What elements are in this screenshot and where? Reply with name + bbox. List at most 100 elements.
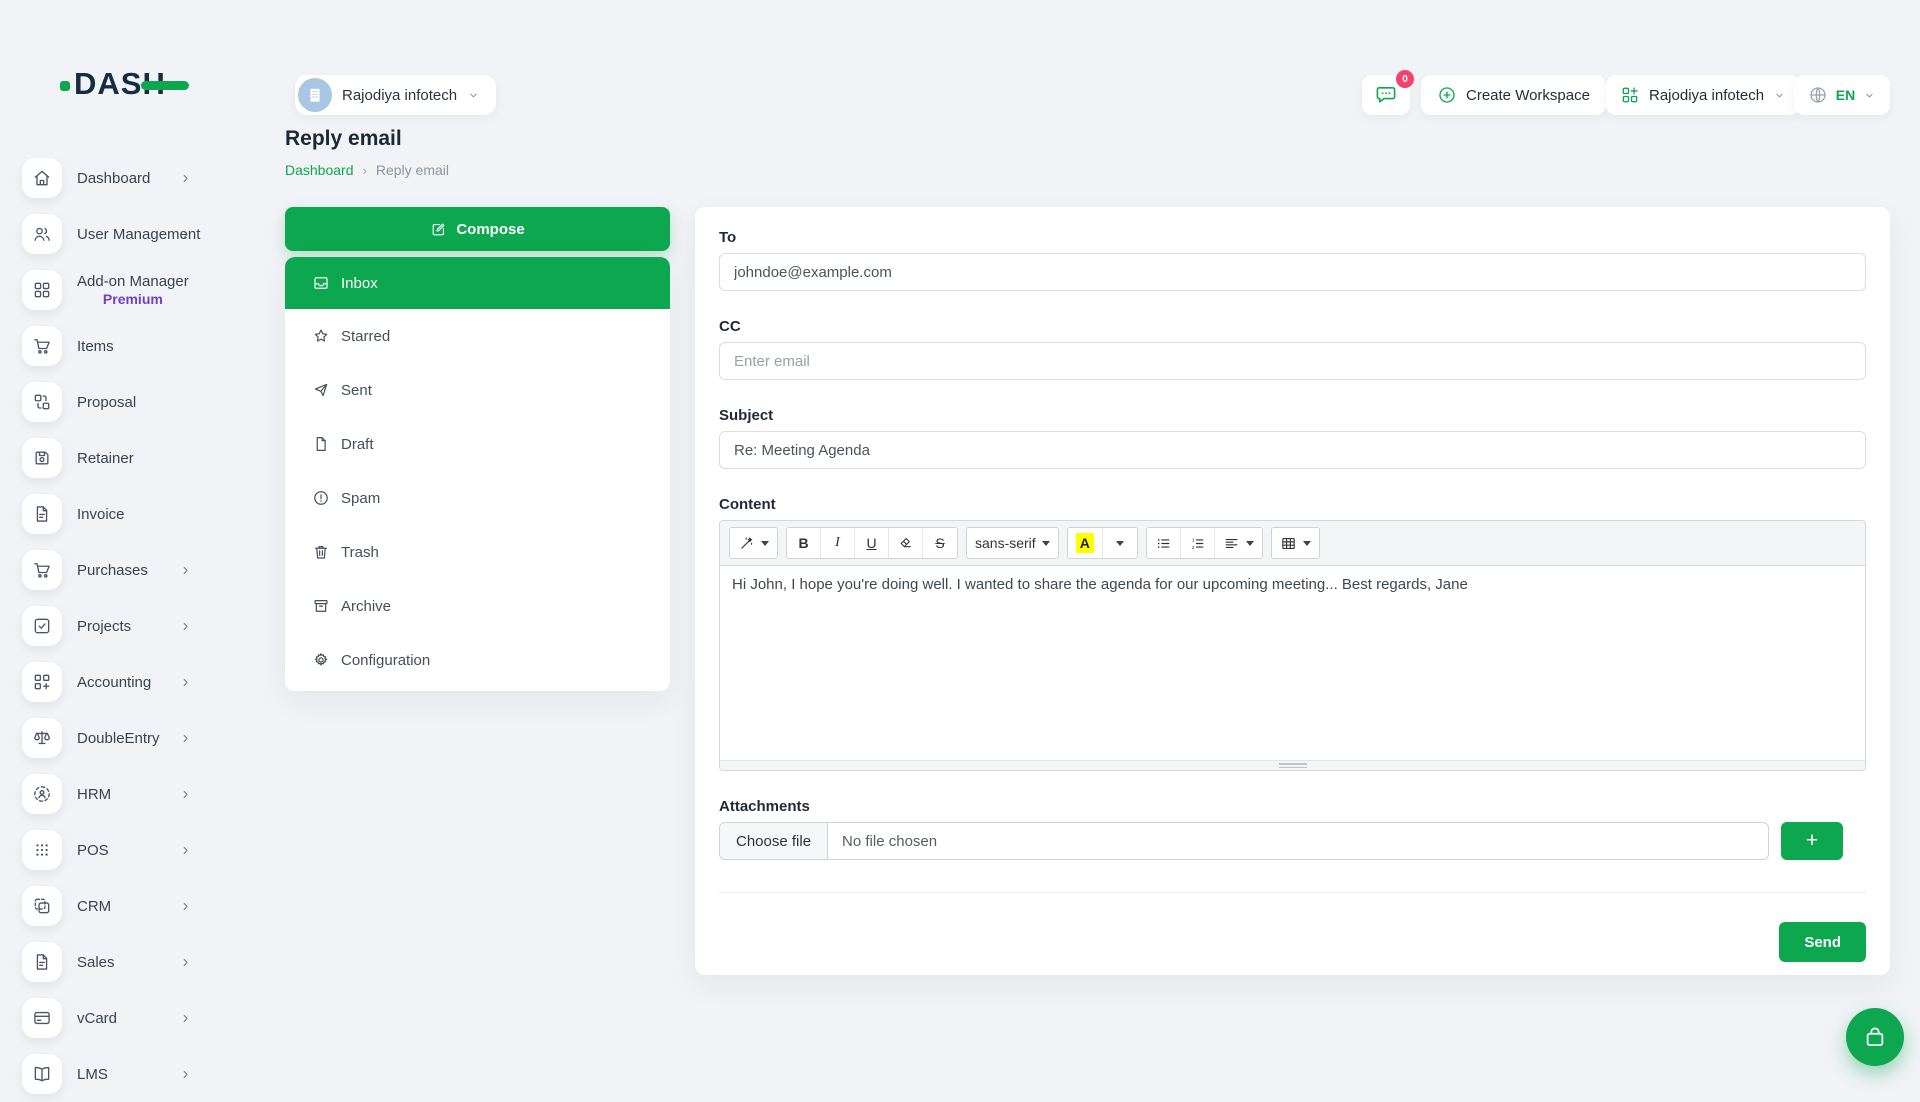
editor-text-color-button[interactable]: A [1068,528,1103,558]
folder-inbox[interactable]: Inbox [285,257,670,309]
editor-text-color-caret[interactable] [1103,528,1137,558]
sidebar-item-pos[interactable]: POS [0,822,250,878]
sidebar-item-invoice[interactable]: Invoice [0,486,250,542]
sidebar-item-label: Accounting [77,674,151,691]
editor-body[interactable]: Hi John, I hope you're doing well. I wan… [720,566,1865,760]
editor-underline-button[interactable]: U [855,528,889,558]
sidebar-item-sales[interactable]: Sales [0,934,250,990]
chevron-right-icon [179,900,192,913]
credit-card-icon [32,1008,52,1028]
editor-bullet-list-button[interactable] [1147,528,1181,558]
chevron-down-icon [467,89,480,102]
send-button[interactable]: Send [1779,922,1866,962]
editor-font-family-select[interactable]: sans-serif [967,528,1058,558]
sidebar-item-proposal[interactable]: Proposal [0,374,250,430]
sidebar-item-accounting[interactable]: Accounting [0,654,250,710]
folder-spam[interactable]: Spam [285,471,670,525]
dots-grid-icon [32,840,52,860]
editor-toolbar: B I U S sans-serif A 12 [720,521,1865,566]
add-attachment-button[interactable]: + [1781,822,1843,860]
editor-numbered-list-button[interactable]: 12 [1181,528,1215,558]
caret-down-icon [1303,541,1311,546]
sidebar-item-vcard[interactable]: vCard [0,990,250,1046]
choose-file-button[interactable]: Choose file [720,823,828,859]
attachments-label: Attachments [719,798,1866,815]
chevron-right-icon [179,676,192,689]
sidebar-item-crm[interactable]: CRM [0,878,250,934]
sidebar-item-label: Sales [77,954,115,971]
cart-icon [32,560,52,580]
chevron-right-icon [179,172,192,185]
shopping-bag-icon [1862,1024,1888,1050]
folder-label: Archive [341,598,391,615]
editor-strikethrough-button[interactable]: S [923,528,957,558]
editor-clear-format-button[interactable] [889,528,923,558]
language-select[interactable]: EN [1794,75,1890,115]
globe-icon [1808,85,1828,105]
editor-italic-button[interactable]: I [821,528,855,558]
sidebar-item-badge: Premium [103,291,163,307]
chevron-right-icon [179,1012,192,1025]
folder-draft[interactable]: Draft [285,417,670,471]
sidebar-item-label: Dashboard [77,170,150,187]
sidebar-item-lms[interactable]: LMS [0,1046,250,1102]
mail-folder-list: Inbox Starred Sent Draft Spam Trash Arch… [285,257,670,691]
editor-table-button[interactable] [1272,528,1319,558]
sidebar-item-user-management[interactable]: User Management [0,206,250,262]
breadcrumb-dashboard-link[interactable]: Dashboard [285,162,354,178]
content-label: Content [719,496,1866,513]
sidebar-item-label: Items [77,338,114,355]
sidebar-item-label: POS [77,842,109,859]
editor-align-button[interactable] [1215,528,1262,558]
sidebar-item-label: Add-on Manager [77,273,189,290]
store-fab-button[interactable] [1846,1008,1904,1066]
squares-plus-icon [32,672,52,692]
to-input[interactable] [719,253,1866,291]
subject-input[interactable] [719,431,1866,469]
folder-configuration[interactable]: Configuration [285,633,670,687]
editor-bold-button[interactable]: B [787,528,821,558]
plus-circle-icon [1437,85,1457,105]
copy-dashed-icon [32,896,52,916]
bullet-list-icon [1155,535,1172,552]
cc-input[interactable] [719,342,1866,380]
folder-trash[interactable]: Trash [285,525,670,579]
rich-text-editor: B I U S sans-serif A 12 [719,520,1866,771]
sidebar-item-label: Invoice [77,506,125,523]
chevron-right-icon [179,956,192,969]
folder-label: Spam [341,490,380,507]
sidebar-item-dashboard[interactable]: Dashboard [0,150,250,206]
folder-archive[interactable]: Archive [285,579,670,633]
workspace-select-label: Rajodiya infotech [1649,87,1764,104]
editor-style-button[interactable] [730,528,777,558]
sidebar-item-items[interactable]: Items [0,318,250,374]
folder-starred[interactable]: Starred [285,309,670,363]
sidebar-item-hrm[interactable]: HRM [0,766,250,822]
workspace-switcher[interactable]: Rajodiya infotech [295,75,496,115]
sidebar-nav: Dashboard User Management Add-on Manager… [0,150,250,1102]
workspace-select[interactable]: Rajodiya infotech [1606,75,1800,115]
numbered-list-icon: 12 [1189,535,1206,552]
create-workspace-button[interactable]: Create Workspace [1421,75,1606,115]
compose-button[interactable]: Compose [285,207,670,251]
chevron-right-icon [179,844,192,857]
sidebar-item-add-on-manager[interactable]: Add-on Manager Premium [0,262,250,318]
editor-resize-handle[interactable] [720,760,1865,770]
folder-label: Sent [341,382,372,399]
file-input[interactable]: Choose file No file chosen [719,822,1769,860]
sidebar-item-doubleentry[interactable]: DoubleEntry [0,710,250,766]
dash-logo[interactable]: DASH [60,68,189,99]
no-file-chosen-text: No file chosen [828,833,951,850]
compose-pencil-icon [430,221,447,238]
chevron-right-icon [179,732,192,745]
sidebar-item-retainer[interactable]: Retainer [0,430,250,486]
sidebar-item-purchases[interactable]: Purchases [0,542,250,598]
table-icon [1280,535,1297,552]
subject-label: Subject [719,407,1866,424]
sidebar-item-projects[interactable]: Projects [0,598,250,654]
send-icon [312,381,330,399]
scale-icon [32,728,52,748]
folder-sent[interactable]: Sent [285,363,670,417]
notifications-button[interactable]: 0 [1362,75,1410,115]
folder-label: Draft [341,436,374,453]
